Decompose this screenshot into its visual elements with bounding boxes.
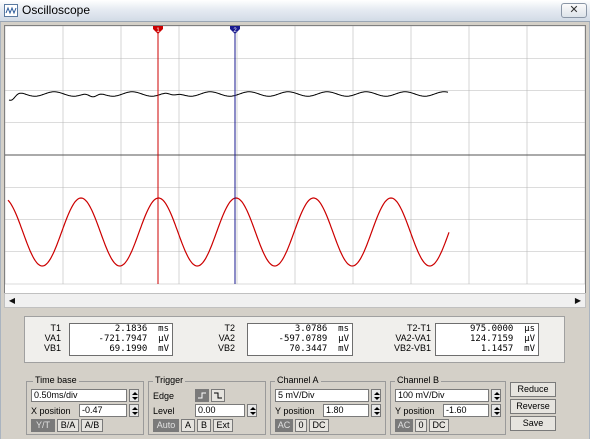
- channel-b-ypos-spinner[interactable]: [491, 404, 501, 417]
- channel-a-zero-button[interactable]: 0: [295, 419, 307, 432]
- trigger-label: Trigger: [153, 375, 186, 385]
- channel-a-scale-input[interactable]: 5 mV/Div: [275, 389, 369, 402]
- t1-label: T1: [50, 323, 61, 333]
- vb2-value: 70.3447 mV: [289, 344, 349, 354]
- diff-values: 975.0000 μs 124.7159 μV 1.1457 mV: [435, 323, 539, 356]
- channel-a-dc-button[interactable]: DC: [309, 419, 329, 432]
- channel-b-scale-input[interactable]: 100 mV/Div: [395, 389, 489, 402]
- window-title: Oscilloscope: [22, 3, 91, 17]
- va-diff-label: VA2-VA1: [395, 333, 431, 343]
- t2-values: 3.0786 ms -597.0789 μV 70.3447 mV: [247, 323, 353, 356]
- channel-a-ypos-spinner[interactable]: [371, 404, 381, 417]
- scope-display: 12: [4, 25, 586, 297]
- scroll-right-icon[interactable]: ▶: [571, 294, 585, 307]
- va1-value: -721.7947 μV: [98, 334, 169, 344]
- diff-labels: T2-T1 VA2-VA1 VB2-VB1: [377, 323, 431, 353]
- t2-label: T2: [224, 323, 235, 333]
- trigger-a-button[interactable]: A: [181, 419, 195, 432]
- cursor-readout-panel: T1 VA1 VB1 2.1836 ms -721.7947 μV 69.199…: [24, 316, 565, 363]
- va2-label: VA2: [218, 333, 235, 343]
- trigger-b-button[interactable]: B: [197, 419, 211, 432]
- edge-label: Edge: [153, 391, 175, 401]
- t2-labels: T2 VA2 VB2: [211, 323, 239, 353]
- channel-a-label: Channel A: [275, 375, 321, 385]
- x-position-input[interactable]: -0.47: [79, 404, 127, 417]
- x-position-label: X position: [31, 406, 71, 416]
- va2-value: -597.0789 μV: [278, 334, 349, 344]
- t1-value: 2.1836 ms: [114, 324, 169, 334]
- t2-value: 3.0786 ms: [294, 324, 349, 334]
- vb-diff-value: 1.1457 mV: [480, 344, 535, 354]
- timebase-group: Time base 0.50ms/div X position -0.47 Y/…: [26, 375, 144, 435]
- timebase-spinner[interactable]: [129, 389, 139, 402]
- trigger-auto-button[interactable]: Auto: [153, 419, 179, 432]
- vb2-label: VB2: [217, 343, 235, 353]
- channel-a-ac-button[interactable]: AC: [275, 419, 293, 432]
- channel-a-group: Channel A 5 mV/Div Y position 1.80 AC 0 …: [270, 375, 386, 435]
- trigger-ext-button[interactable]: Ext: [213, 419, 233, 432]
- grid: [5, 26, 585, 285]
- channel-b-scale-spinner[interactable]: [491, 389, 501, 402]
- channel-a-ypos-label: Y position: [275, 406, 315, 416]
- vb1-label: VB1: [43, 343, 61, 353]
- mode-ab-button[interactable]: A/B: [81, 419, 103, 432]
- rising-edge-icon[interactable]: [195, 389, 209, 402]
- channel-b-trace: [7, 197, 450, 267]
- falling-edge-icon[interactable]: [211, 389, 225, 402]
- vb-diff-label: VB2-VB1: [393, 343, 431, 353]
- channel-a-scale-spinner[interactable]: [371, 389, 381, 402]
- timebase-label: Time base: [33, 375, 79, 385]
- t1-labels: T1 VA1 VB1: [37, 323, 65, 353]
- channel-b-ypos-label: Y position: [395, 406, 435, 416]
- scope-screen: 12: [5, 26, 585, 285]
- va-diff-value: 124.7159 μV: [469, 334, 535, 344]
- trigger-group: Trigger Edge Level 0.00 Auto A B Ext: [148, 375, 266, 435]
- timebase-scale-input[interactable]: 0.50ms/div: [31, 389, 127, 402]
- t1-values: 2.1836 ms -721.7947 μV 69.1990 mV: [69, 323, 173, 356]
- mode-ba-button[interactable]: B/A: [57, 419, 79, 432]
- channel-b-ypos-input[interactable]: -1.60: [443, 404, 489, 417]
- channel-b-dc-button[interactable]: DC: [429, 419, 449, 432]
- trigger-level-input[interactable]: 0.00: [195, 404, 245, 417]
- trigger-level-spinner[interactable]: [247, 404, 257, 417]
- vb1-value: 69.1990 mV: [109, 344, 169, 354]
- channel-a-ypos-input[interactable]: 1.80: [323, 404, 369, 417]
- reduce-button[interactable]: Reduce: [510, 382, 556, 397]
- save-button[interactable]: Save: [510, 416, 556, 431]
- channel-b-ac-button[interactable]: AC: [395, 419, 413, 432]
- oscilloscope-app-icon: [4, 4, 18, 17]
- va1-label: VA1: [44, 333, 61, 343]
- channel-a-trace: [8, 91, 449, 101]
- close-icon[interactable]: ✕: [561, 3, 587, 18]
- horizontal-scrollbar[interactable]: ◀ ▶: [4, 293, 586, 308]
- level-label: Level: [153, 406, 175, 416]
- reverse-button[interactable]: Reverse: [510, 399, 556, 414]
- t2-t1-label: T2-T1: [406, 323, 431, 333]
- channel-b-label: Channel B: [395, 375, 442, 385]
- title-bar: Oscilloscope ✕: [0, 0, 590, 22]
- x-position-spinner[interactable]: [129, 404, 139, 417]
- channel-b-group: Channel B 100 mV/Div Y position -1.60 AC…: [390, 375, 506, 435]
- channel-b-zero-button[interactable]: 0: [415, 419, 427, 432]
- t2-t1-value: 975.0000 μs: [469, 324, 535, 334]
- scroll-left-icon[interactable]: ◀: [5, 294, 19, 307]
- mode-yt-button[interactable]: Y/T: [31, 419, 55, 432]
